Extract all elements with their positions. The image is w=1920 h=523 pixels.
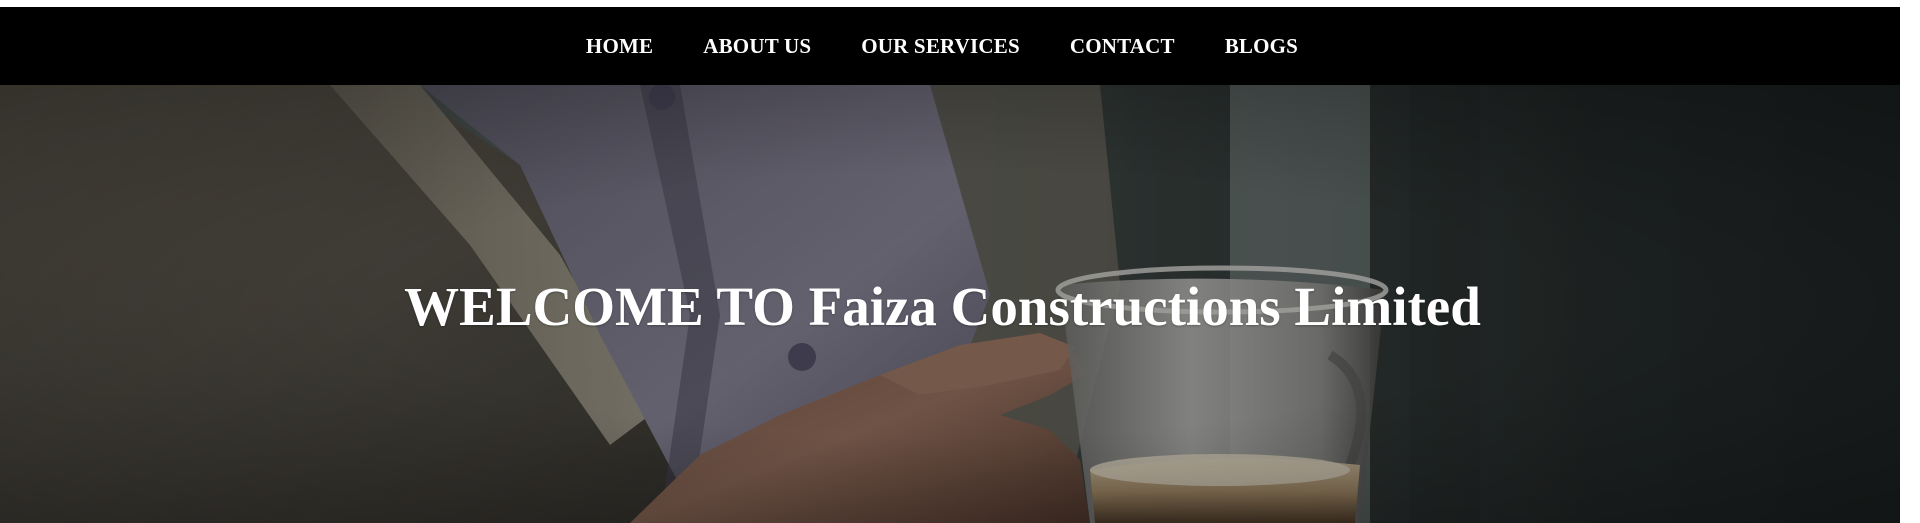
page: HOME ABOUT US OUR SERVICES CONTACT BLOGS bbox=[0, 0, 1920, 523]
nav-menu: HOME ABOUT US OUR SERVICES CONTACT BLOGS bbox=[561, 35, 1323, 57]
nav-contact-link[interactable]: CONTACT bbox=[1045, 35, 1200, 57]
hero-banner: WELCOME TO Faiza Constructions Limited bbox=[0, 85, 1900, 523]
nav-home-link[interactable]: HOME bbox=[561, 35, 678, 57]
hero-title: WELCOME TO Faiza Constructions Limited bbox=[404, 276, 1481, 337]
nav-our-services-link[interactable]: OUR SERVICES bbox=[836, 35, 1045, 57]
nav-blogs-link[interactable]: BLOGS bbox=[1200, 35, 1323, 57]
nav-about-us-link[interactable]: ABOUT US bbox=[678, 35, 836, 57]
top-navbar: HOME ABOUT US OUR SERVICES CONTACT BLOGS bbox=[0, 7, 1900, 85]
site-frame: HOME ABOUT US OUR SERVICES CONTACT BLOGS bbox=[0, 7, 1900, 523]
